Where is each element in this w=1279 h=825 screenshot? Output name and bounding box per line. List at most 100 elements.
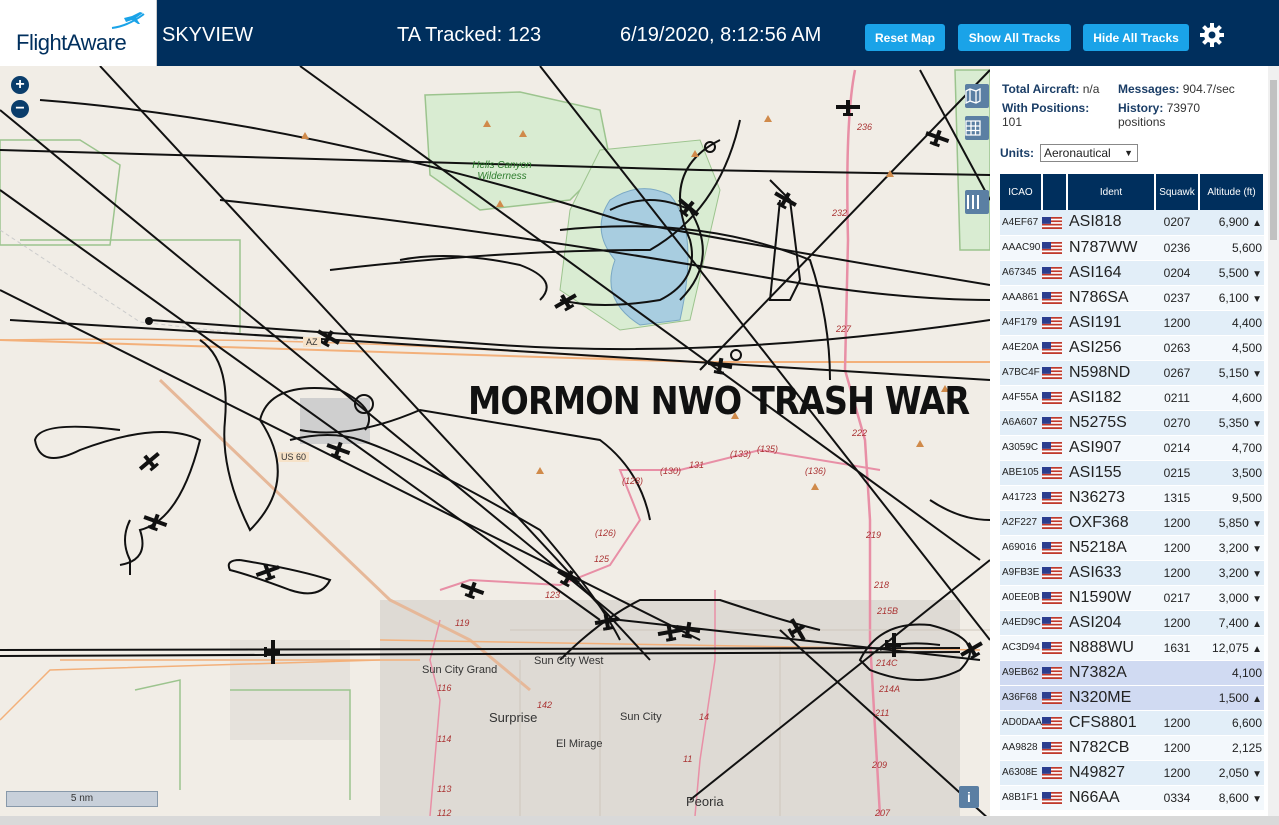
altitude-value: 6,100 [1218, 290, 1249, 305]
zoom-in-button[interactable]: + [11, 76, 29, 94]
route-label: 207 [875, 808, 891, 816]
columns-icon[interactable] [965, 190, 989, 214]
stat-value: 73970 [1166, 101, 1201, 115]
squawk-cell: 0263 [1155, 335, 1199, 361]
table-row[interactable]: AAAC90 N787WW 0236 5,600 [1000, 235, 1264, 261]
table-row[interactable]: A4EF67 ASI818 0207 6,900 ▲ [1000, 210, 1264, 236]
aircraft-panel: Total Aircraft: n/a Messages: 904.7/sec … [990, 66, 1279, 816]
trend-icon: ▼ [1252, 268, 1262, 280]
overlay-caption: MORMON NWO TRASH WAR [468, 379, 970, 423]
route-label: 222 [852, 428, 868, 438]
ident-cell: N787WW [1067, 235, 1155, 261]
trend-icon: ▼ [1252, 518, 1262, 530]
squawk-cell: 0204 [1155, 260, 1199, 286]
col-icao[interactable]: ICAO [1000, 174, 1043, 210]
table-row[interactable]: A3059C ASI907 0214 4,700 [1000, 435, 1264, 461]
ident-cell: N5218A [1067, 535, 1155, 561]
zoom-out-button[interactable]: − [11, 100, 29, 118]
table-row[interactable]: A67345 ASI164 0204 5,500 ▼ [1000, 260, 1264, 286]
table-row[interactable]: A2F227 OXF368 1200 5,850 ▼ [1000, 510, 1264, 536]
table-row[interactable]: A9FB3E ASI633 1200 3,200 ▼ [1000, 560, 1264, 586]
flag-cell [1042, 510, 1067, 536]
icao-cell: A36F68 [1000, 685, 1042, 711]
icao-cell: A6A607 [1000, 410, 1042, 436]
icao-cell: A7BC4F [1000, 360, 1042, 386]
table-row[interactable]: A4F55A ASI182 0211 4,600 [1000, 385, 1264, 411]
icao-cell: A0EE0B [1000, 585, 1042, 611]
col-ident[interactable]: Ident [1067, 174, 1156, 210]
table-row[interactable]: A6308E N49827 1200 2,050 ▼ [1000, 760, 1264, 786]
scale-bar: 5 nm [6, 791, 158, 807]
route-label: 218 [874, 580, 890, 590]
ident-cell: N598ND [1067, 360, 1155, 386]
table-row[interactable]: A4E20A ASI256 0263 4,500 [1000, 335, 1264, 361]
units-dropdown[interactable]: Aeronautical ▼ [1040, 144, 1138, 162]
scroll-thumb[interactable] [1270, 80, 1277, 240]
total-aircraft-stat: Total Aircraft: n/a [1002, 82, 1099, 96]
table-row[interactable]: A36F68 N320ME 1,500 ▲ [1000, 685, 1264, 711]
route-label: 227 [836, 324, 852, 334]
altitude-value: 5,600 [1231, 240, 1262, 255]
us-flag-icon [1042, 617, 1062, 630]
table-row[interactable]: A4F179 ASI191 1200 4,400 [1000, 310, 1264, 336]
route-label: 119 [455, 618, 470, 628]
flag-cell [1042, 535, 1067, 561]
hide-all-tracks-button[interactable]: Hide All Tracks [1083, 24, 1189, 51]
place-label: El Mirage [556, 738, 603, 750]
col-altitude[interactable]: Altitude (ft) [1199, 174, 1264, 210]
reset-map-button[interactable]: Reset Map [865, 24, 945, 51]
flag-cell [1042, 260, 1067, 286]
altitude-value: 4,100 [1231, 665, 1262, 680]
flightaware-logo[interactable]: FlightAware [0, 0, 157, 66]
table-row[interactable]: A0EE0B N1590W 0217 3,000 ▼ [1000, 585, 1264, 611]
altitude-value: 3,500 [1231, 465, 1262, 480]
squawk-cell [1155, 685, 1199, 711]
col-flag[interactable] [1042, 174, 1068, 210]
flag-cell [1042, 735, 1067, 761]
altitude-cell: 2,125 [1199, 735, 1264, 761]
table-row[interactable]: ABE105 ASI155 0215 3,500 [1000, 460, 1264, 486]
map-view[interactable]: Hells Canyon Wilderness Sun City Grand Su… [0, 66, 990, 816]
table-row[interactable]: A69016 N5218A 1200 3,200 ▼ [1000, 535, 1264, 561]
ident-cell: N7382A [1067, 660, 1155, 686]
route-label: 209 [872, 760, 888, 770]
table-row[interactable]: A41723 N36273 1315 9,500 [1000, 485, 1264, 511]
altitude-value: 4,700 [1231, 440, 1262, 455]
us-flag-icon [1042, 792, 1062, 805]
show-all-tracks-button[interactable]: Show All Tracks [958, 24, 1071, 51]
table-row[interactable]: AD0DAA CFS8801 1200 6,600 [1000, 710, 1264, 736]
altitude-value: 4,600 [1231, 390, 1262, 405]
squawk-cell: 1315 [1155, 485, 1199, 511]
us-flag-icon [1042, 267, 1062, 280]
altitude-cell: 5,500 ▼ [1199, 260, 1264, 286]
table-row[interactable]: A4ED9C ASI204 1200 7,400 ▲ [1000, 610, 1264, 636]
table-row[interactable]: AA9828 N782CB 1200 2,125 [1000, 735, 1264, 761]
table-row[interactable]: AC3D94 N888WU 1631 12,075 ▲ [1000, 635, 1264, 661]
chevron-down-icon: ▼ [1124, 148, 1133, 158]
aircraft-table[interactable]: ICAO Ident Squawk Altitude (ft) A4EF67 AS… [1000, 174, 1264, 816]
bottom-scrollbar[interactable] [0, 816, 1279, 825]
us-flag-icon [1042, 342, 1062, 355]
trend-icon: ▲ [1252, 218, 1262, 230]
icao-cell: A9FB3E [1000, 560, 1042, 586]
table-row[interactable]: AAA861 N786SA 0237 6,100 ▼ [1000, 285, 1264, 311]
info-button[interactable]: i [959, 786, 979, 808]
squawk-cell: 0215 [1155, 460, 1199, 486]
panel-scrollbar[interactable] [1268, 66, 1279, 816]
icao-cell: A4EF67 [1000, 210, 1042, 236]
grid-icon[interactable] [965, 116, 989, 140]
altitude-value: 5,150 [1218, 365, 1249, 380]
table-row[interactable]: A8B1F1 N66AA 0334 8,600 ▼ [1000, 785, 1264, 811]
col-squawk[interactable]: Squawk [1155, 174, 1200, 210]
route-label: 125 [594, 554, 610, 564]
place-label: Sun City Grand [422, 664, 498, 676]
us-flag-icon [1042, 242, 1062, 255]
flag-cell [1042, 710, 1067, 736]
table-row[interactable]: A7BC4F N598ND 0267 5,150 ▼ [1000, 360, 1264, 386]
messages-stat: Messages: 904.7/sec [1118, 82, 1235, 96]
altitude-value: 3,000 [1218, 590, 1249, 605]
table-row[interactable]: A9EB62 N7382A 4,100 [1000, 660, 1264, 686]
map-layers-icon[interactable] [965, 84, 989, 108]
gear-icon[interactable] [1199, 22, 1225, 48]
table-row[interactable]: A6A607 N5275S 0270 5,350 ▼ [1000, 410, 1264, 436]
